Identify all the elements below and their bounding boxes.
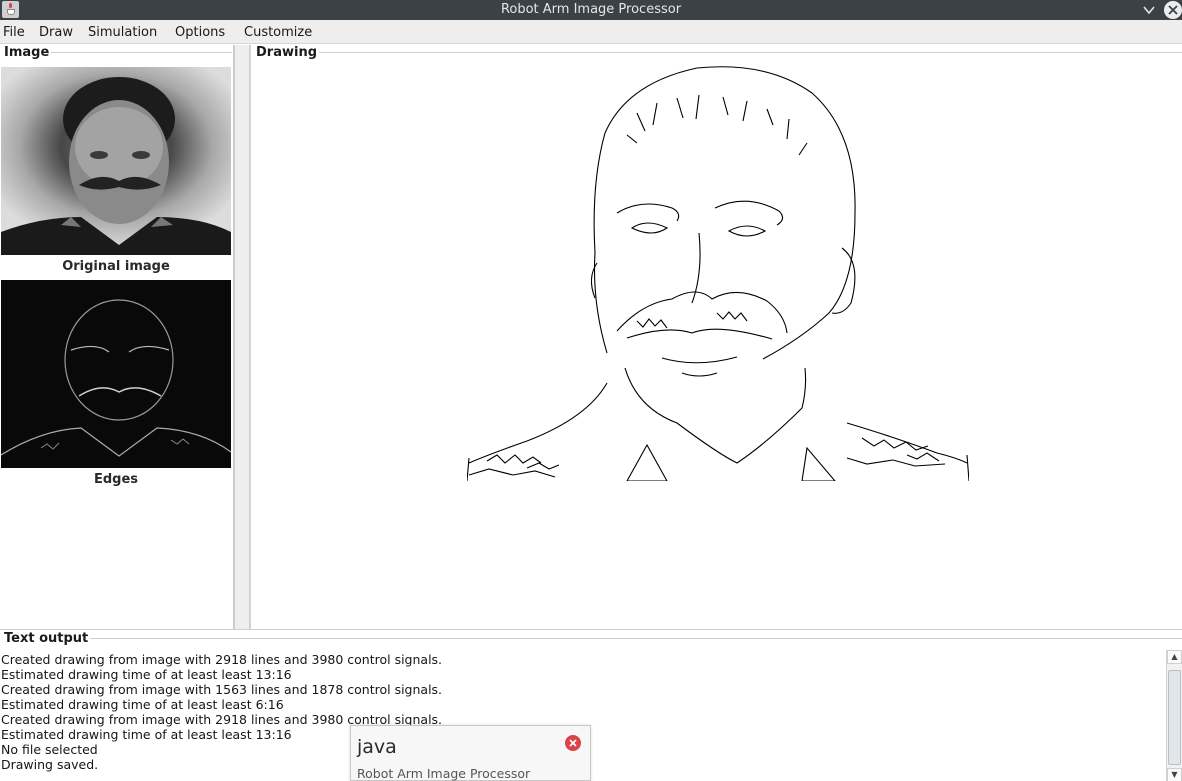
menu-options[interactable]: Options — [175, 25, 225, 40]
window-titlebar: Robot Arm Image Processor — [0, 0, 1182, 20]
scrollbar-thumb[interactable] — [1168, 670, 1181, 765]
edges-image — [1, 280, 231, 468]
menu-bar: File Draw Simulation Options Customize — [0, 20, 1182, 44]
image-panel: Image Original image Edges — [0, 45, 234, 629]
arrow-down-icon[interactable]: ▼ — [1167, 768, 1182, 781]
close-icon[interactable] — [565, 735, 581, 751]
original-image-caption: Original image — [62, 259, 170, 274]
original-image — [1, 67, 231, 255]
arrow-up-icon[interactable]: ▲ — [1167, 650, 1182, 664]
text-output-panel: Text output Created drawing from image w… — [0, 629, 1182, 781]
drawing-panel-title: Drawing — [256, 45, 320, 60]
vertical-scrollbar[interactable]: ▲ ▼ — [1166, 650, 1182, 781]
log-line: Estimated drawing time of at least least… — [1, 667, 292, 682]
menu-simulation[interactable]: Simulation — [88, 25, 157, 40]
drawing-panel: Drawing — [250, 45, 1182, 629]
chevron-down-icon[interactable] — [1142, 3, 1156, 17]
log-line: Estimated drawing time of at least least… — [1, 727, 292, 742]
notification-title: java — [357, 736, 397, 758]
text-output-title: Text output — [4, 631, 91, 646]
image-panel-title: Image — [4, 45, 52, 60]
log-line: No file selected — [1, 742, 98, 757]
menu-file[interactable]: File — [3, 25, 25, 40]
log-line: Created drawing from image with 2918 lin… — [1, 652, 443, 667]
notification-popup[interactable]: java Robot Arm Image Processor — [350, 725, 591, 781]
notification-body: Robot Arm Image Processor — [357, 766, 531, 781]
window-title: Robot Arm Image Processor — [500, 2, 682, 17]
log-line: Created drawing from image with 1563 lin… — [1, 682, 443, 697]
log-line: Estimated drawing time of at least least… — [1, 697, 284, 712]
menu-draw[interactable]: Draw — [39, 25, 73, 40]
close-icon[interactable] — [1164, 1, 1182, 19]
edges-caption: Edges — [93, 472, 139, 487]
split-divider[interactable] — [234, 45, 250, 629]
menu-customize[interactable]: Customize — [244, 25, 312, 40]
drawing-canvas — [467, 66, 969, 481]
log-line: Drawing saved. — [1, 757, 99, 772]
